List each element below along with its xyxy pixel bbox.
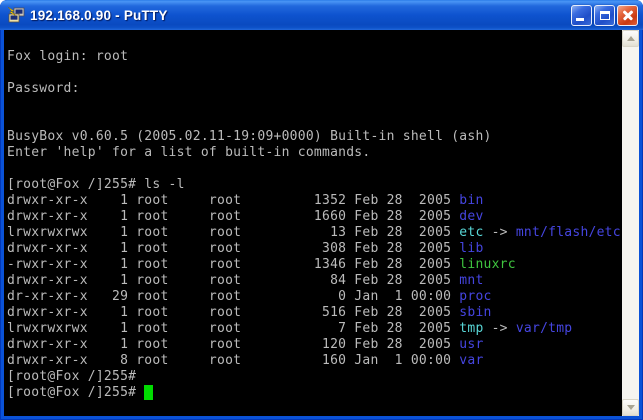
terminal-line: dr-xr-xr-x 29 root root 0 Jan 1 00:00 pr…	[7, 289, 622, 305]
terminal-line: [root@Fox /]255# ls -l	[7, 177, 622, 193]
terminal-line	[7, 65, 622, 81]
terminal-line: drwxr-xr-x 1 root root 1352 Feb 28 2005 …	[7, 193, 622, 209]
maximize-button[interactable]	[594, 5, 615, 26]
titlebar[interactable]: 192.168.0.90 - PuTTY	[0, 0, 643, 30]
close-icon	[618, 6, 637, 25]
terminal-line: drwxr-xr-x 1 root root 120 Feb 28 2005 u…	[7, 337, 622, 353]
terminal-line: drwxr-xr-x 1 root root 516 Feb 28 2005 s…	[7, 305, 622, 321]
maximize-icon	[600, 11, 610, 20]
arrow-down-icon	[627, 405, 635, 410]
terminal-line: Enter 'help' for a list of built-in comm…	[7, 145, 622, 161]
window-body: Fox login: root Password: BusyBox v0.60.5 …	[0, 30, 643, 420]
window-controls	[571, 5, 638, 26]
terminal-screen[interactable]: Fox login: root Password: BusyBox v0.60.5 …	[4, 30, 622, 416]
arrow-up-icon	[627, 36, 635, 41]
window-title: 192.168.0.90 - PuTTY	[30, 8, 571, 23]
terminal-line: drwxr-xr-x 8 root root 160 Jan 1 00:00 v…	[7, 353, 622, 369]
terminal-line: [root@Fox /]255#	[7, 369, 622, 385]
scroll-down-button[interactable]	[622, 399, 639, 416]
terminal-line: drwxr-xr-x 1 root root 308 Feb 28 2005 l…	[7, 241, 622, 257]
scrollbar[interactable]	[622, 30, 639, 416]
close-button[interactable]	[617, 5, 638, 26]
terminal-line	[7, 97, 622, 113]
scrollbar-track[interactable]	[622, 47, 639, 399]
terminal-line	[7, 161, 622, 177]
terminal-line: -rwxr-xr-x 1 root root 1346 Feb 28 2005 …	[7, 257, 622, 273]
terminal-line	[7, 33, 622, 49]
terminal-line: drwxr-xr-x 1 root root 84 Feb 28 2005 mn…	[7, 273, 622, 289]
putty-app-icon	[7, 7, 25, 24]
terminal-line: lrwxrwxrwx 1 root root 13 Feb 28 2005 et…	[7, 225, 622, 241]
terminal-line: lrwxrwxrwx 1 root root 7 Feb 28 2005 tmp…	[7, 321, 622, 337]
minimize-button[interactable]	[571, 5, 592, 26]
terminal-line: Password:	[7, 81, 622, 97]
minimize-icon	[576, 18, 584, 21]
scroll-up-button[interactable]	[622, 30, 639, 47]
terminal-line: Fox login: root	[7, 49, 622, 65]
terminal-line: [root@Fox /]255#	[7, 385, 622, 401]
terminal-line: BusyBox v0.60.5 (2005.02.11-19:09+0000) …	[7, 129, 622, 145]
putty-window: 192.168.0.90 - PuTTY Fox login: root Pass…	[0, 0, 643, 420]
terminal-line: drwxr-xr-x 1 root root 1660 Feb 28 2005 …	[7, 209, 622, 225]
terminal-line	[7, 113, 622, 129]
